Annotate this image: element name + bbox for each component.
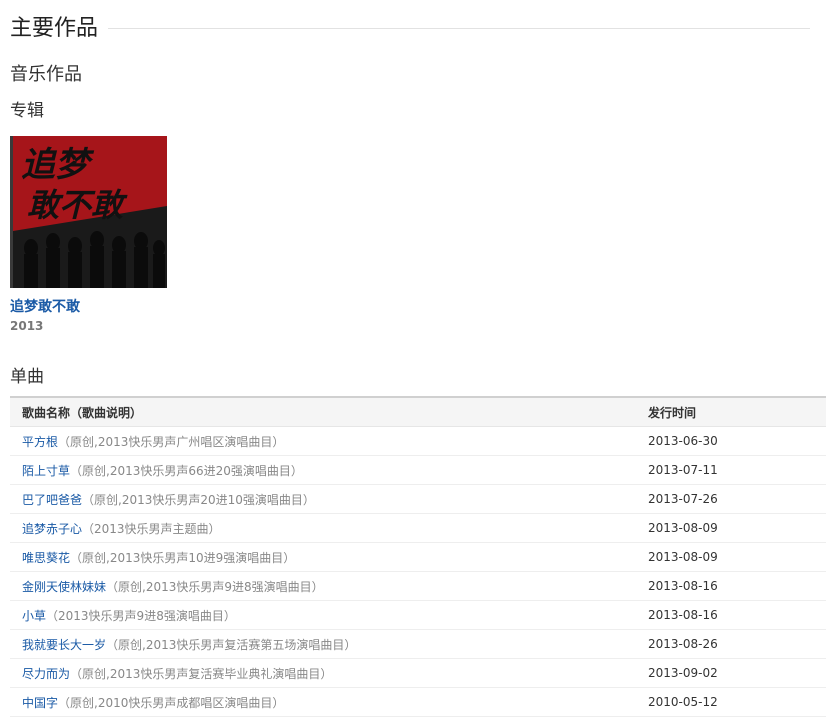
song-description: （原创,2013快乐男声66进20强演唱曲目） <box>70 463 303 478</box>
song-cell: 唯思葵花（原创,2013快乐男声10进9强演唱曲目） <box>10 542 648 572</box>
song-description: （原创,2010快乐男声成都唱区演唱曲目） <box>58 695 285 710</box>
song-cell: 陌上寸草（原创,2013快乐男声66进20强演唱曲目） <box>10 455 648 485</box>
song-cell: 小草（2013快乐男声9进8强演唱曲目） <box>10 600 648 630</box>
table-row: 唯思葵花（原创,2013快乐男声10进9强演唱曲目） 2013-08-09 <box>10 542 826 572</box>
release-date: 2013-08-09 <box>648 513 826 543</box>
album-cover-art: 追梦 敢不敢 <box>13 136 167 288</box>
release-date: 2013-07-26 <box>648 484 826 514</box>
song-title-link[interactable]: 唯思葵花 <box>22 551 70 565</box>
release-date: 2013-06-30 <box>648 426 826 456</box>
song-cell: 巴了吧爸爸（原创,2013快乐男声20进10强演唱曲目） <box>10 484 648 514</box>
album-heading: 专辑 <box>10 101 44 121</box>
song-cell: 尽力而为（原创,2013快乐男声复活赛毕业典礼演唱曲目） <box>10 658 648 688</box>
song-cell: 平方根（原创,2013快乐男声广州唱区演唱曲目） <box>10 426 648 456</box>
table-row: 追梦赤子心（2013快乐男声主题曲） 2013-08-09 <box>10 513 826 543</box>
release-date: 2013-08-26 <box>648 629 826 659</box>
album-cover[interactable]: 追梦 敢不敢 <box>10 136 167 288</box>
table-row: 尽力而为（原创,2013快乐男声复活赛毕业典礼演唱曲目） 2013-09-02 <box>10 658 826 688</box>
release-date: 2013-08-16 <box>648 600 826 630</box>
song-title-link[interactable]: 金刚天使林妹妹 <box>22 580 106 594</box>
songs-table: 歌曲名称（歌曲说明） 发行时间 平方根（原创,2013快乐男声广州唱区演唱曲目）… <box>10 396 826 717</box>
song-cell: 中国字（原创,2010快乐男声成都唱区演唱曲目） <box>10 687 648 717</box>
song-title-link[interactable]: 我就要长大一岁 <box>22 638 106 652</box>
table-header-row: 歌曲名称（歌曲说明） 发行时间 <box>10 396 826 427</box>
song-title-link[interactable]: 巴了吧爸爸 <box>22 493 82 507</box>
cover-text-line2: 敢不敢 <box>27 186 128 224</box>
song-cell: 追梦赤子心（2013快乐男声主题曲） <box>10 513 648 543</box>
release-date: 2013-08-16 <box>648 571 826 601</box>
table-row: 巴了吧爸爸（原创,2013快乐男声20进10强演唱曲目） 2013-07-26 <box>10 484 826 514</box>
song-description: （原创,2013快乐男声20进10强演唱曲目） <box>82 492 315 507</box>
album-title-link[interactable]: 追梦敢不敢 <box>10 296 170 316</box>
song-title-link[interactable]: 尽力而为 <box>22 667 70 681</box>
song-cell: 我就要长大一岁（原创,2013快乐男声复活赛第五场演唱曲目） <box>10 629 648 659</box>
column-header-name: 歌曲名称（歌曲说明） <box>10 396 648 427</box>
album-card[interactable]: 追梦 敢不敢 追梦敢不敢 2013 <box>10 136 170 333</box>
song-description: （原创,2013快乐男声广州唱区演唱曲目） <box>58 434 285 449</box>
table-row: 我就要长大一岁（原创,2013快乐男声复活赛第五场演唱曲目） 2013-08-2… <box>10 629 826 659</box>
table-row: 中国字（原创,2010快乐男声成都唱区演唱曲目） 2010-05-12 <box>10 687 826 717</box>
song-description: （2013快乐男声主题曲） <box>82 521 221 536</box>
song-cell: 金刚天使林妹妹（原创,2013快乐男声9进8强演唱曲目） <box>10 571 648 601</box>
song-description: （2013快乐男声9进8强演唱曲目） <box>46 608 236 623</box>
section-title: 主要作品 <box>10 16 99 41</box>
single-heading: 单曲 <box>10 367 44 387</box>
table-row: 金刚天使林妹妹（原创,2013快乐男声9进8强演唱曲目） 2013-08-16 <box>10 571 826 601</box>
song-description: （原创,2013快乐男声9进8强演唱曲目） <box>106 579 324 594</box>
section-divider <box>108 27 810 29</box>
release-date: 2013-07-11 <box>648 455 826 485</box>
song-title-link[interactable]: 中国字 <box>22 696 58 710</box>
song-title-link[interactable]: 小草 <box>22 609 46 623</box>
song-title-link[interactable]: 平方根 <box>22 435 58 449</box>
section-header: 主要作品 <box>10 10 810 42</box>
album-year: 2013 <box>10 319 44 333</box>
song-title-link[interactable]: 陌上寸草 <box>22 464 70 478</box>
songs-table-body: 平方根（原创,2013快乐男声广州唱区演唱曲目） 2013-06-30 陌上寸草… <box>10 426 826 717</box>
table-row: 陌上寸草（原创,2013快乐男声66进20强演唱曲目） 2013-07-11 <box>10 455 826 485</box>
song-description: （原创,2013快乐男声10进9强演唱曲目） <box>70 550 296 565</box>
column-header-date: 发行时间 <box>648 396 826 427</box>
table-row: 平方根（原创,2013快乐男声广州唱区演唱曲目） 2013-06-30 <box>10 426 826 456</box>
release-date: 2010-05-12 <box>648 687 826 717</box>
table-row: 小草（2013快乐男声9进8强演唱曲目） 2013-08-16 <box>10 600 826 630</box>
song-description: （原创,2013快乐男声复活赛第五场演唱曲目） <box>106 637 357 652</box>
song-description: （原创,2013快乐男声复活赛毕业典礼演唱曲目） <box>70 666 333 681</box>
music-heading: 音乐作品 <box>10 64 82 85</box>
song-title-link[interactable]: 追梦赤子心 <box>22 522 82 536</box>
release-date: 2013-08-09 <box>648 542 826 572</box>
cover-text-line1: 追梦 <box>21 145 95 185</box>
release-date: 2013-09-02 <box>648 658 826 688</box>
